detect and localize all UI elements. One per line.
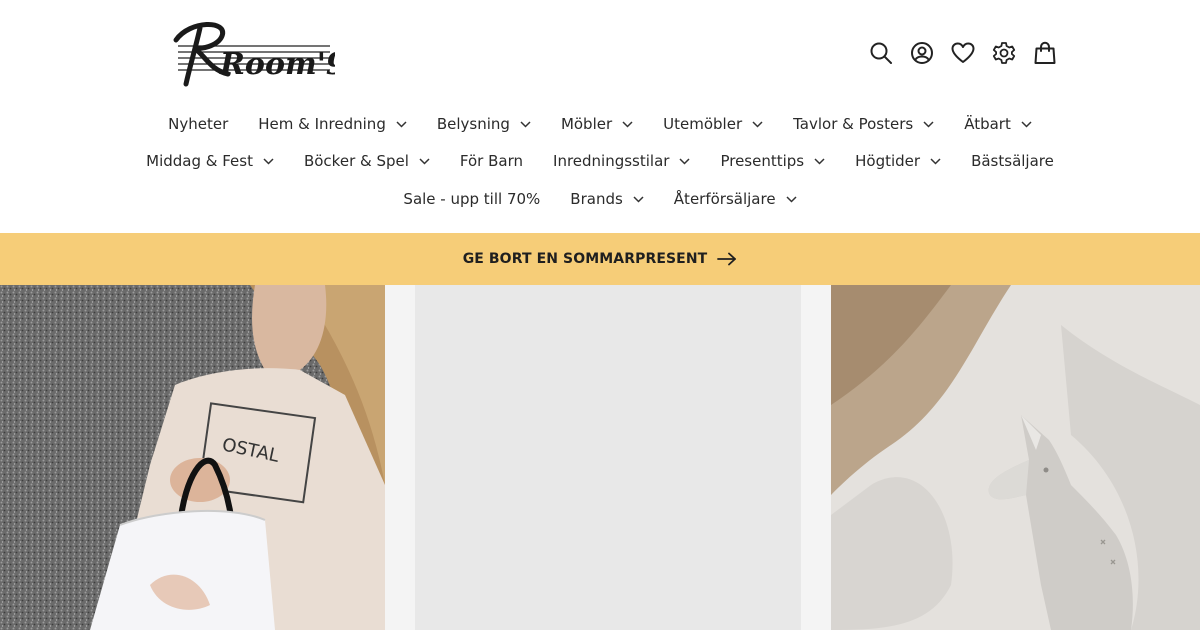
promo-banner-text: GE BORT EN SOMMARPRESENT bbox=[462, 251, 708, 267]
chevron-down-icon bbox=[396, 120, 407, 128]
nav-item-belysning[interactable]: Belysning bbox=[422, 112, 546, 136]
header-icons bbox=[860, 38, 1065, 68]
nav-item-utemobler[interactable]: Utemöbler bbox=[648, 112, 778, 136]
nav-item-label: Utemöbler bbox=[663, 115, 743, 133]
chevron-down-icon bbox=[679, 157, 690, 165]
chevron-down-icon bbox=[633, 195, 644, 203]
nav-item-label: Högtider bbox=[855, 152, 921, 170]
nav-item-for-barn[interactable]: För Barn bbox=[445, 149, 538, 173]
arrow-right-icon bbox=[717, 252, 737, 266]
main-nav-row-3: Sale - upp till 70% Brands Återförsäljar… bbox=[0, 187, 1200, 211]
chevron-down-icon bbox=[419, 157, 430, 165]
chevron-down-icon bbox=[622, 120, 633, 128]
nav-item-label: Middag & Fest bbox=[146, 152, 253, 170]
nav-item-brands[interactable]: Brands bbox=[555, 187, 659, 211]
chevron-down-icon bbox=[923, 120, 934, 128]
nav-item-bocker-spel[interactable]: Böcker & Spel bbox=[289, 149, 445, 173]
logo-text: Room'99 bbox=[219, 47, 335, 82]
nav-item-label: Sale - upp till 70% bbox=[403, 190, 541, 208]
gallery-image-unicorn[interactable] bbox=[831, 285, 1200, 630]
nav-item-inredningsstilar[interactable]: Inredningsstilar bbox=[538, 149, 705, 173]
site-header: Room'99 Nyheter Hem & Inredning Belysnin… bbox=[0, 0, 1200, 233]
nav-item-label: Böcker & Spel bbox=[303, 152, 409, 170]
nav-item-tavlor-posters[interactable]: Tavlor & Posters bbox=[778, 112, 949, 136]
chevron-down-icon bbox=[930, 157, 941, 165]
gallery-image-placeholder[interactable] bbox=[415, 285, 801, 630]
nav-item-middag-fest[interactable]: Middag & Fest bbox=[131, 149, 289, 173]
nav-item-hogtider[interactable]: Högtider bbox=[840, 149, 956, 173]
account-icon[interactable] bbox=[901, 38, 942, 68]
nav-item-label: För Barn bbox=[459, 152, 524, 170]
nav-item-label: Återförsäljare bbox=[673, 190, 776, 208]
nav-item-label: Hem & Inredning bbox=[258, 115, 386, 133]
nav-item-hem-inredning[interactable]: Hem & Inredning bbox=[243, 112, 422, 136]
nav-item-presenttips[interactable]: Presenttips bbox=[705, 149, 840, 173]
chevron-down-icon bbox=[263, 157, 274, 165]
nav-item-atbart[interactable]: Ätbart bbox=[949, 112, 1047, 136]
nav-item-label: Tavlor & Posters bbox=[793, 115, 914, 133]
nav-item-sale[interactable]: Sale - upp till 70% bbox=[388, 187, 555, 211]
main-nav-row-1: Nyheter Hem & Inredning Belysning Möbler… bbox=[0, 112, 1200, 136]
nav-item-label: Inredningsstilar bbox=[553, 152, 670, 170]
nav-item-label: Nyheter bbox=[168, 115, 229, 133]
nav-item-aterforsaljare[interactable]: Återförsäljare bbox=[659, 187, 812, 211]
main-nav-row-2: Middag & Fest Böcker & Spel För Barn Inr… bbox=[0, 149, 1200, 173]
chevron-down-icon bbox=[1021, 120, 1032, 128]
chevron-down-icon bbox=[752, 120, 763, 128]
chevron-down-icon bbox=[520, 120, 531, 128]
nav-item-nyheter[interactable]: Nyheter bbox=[153, 112, 243, 136]
wishlist-heart-icon[interactable] bbox=[942, 38, 983, 68]
gallery-image-bag[interactable]: OSTAL bbox=[0, 285, 385, 630]
cart-bag-icon[interactable] bbox=[1024, 38, 1065, 68]
settings-gear-icon[interactable] bbox=[983, 38, 1024, 68]
promo-banner[interactable]: GE BORT EN SOMMARPRESENT bbox=[0, 233, 1200, 285]
nav-item-label: Möbler bbox=[560, 115, 613, 133]
room99-logo[interactable]: Room'99 bbox=[170, 14, 335, 92]
nav-item-bastsaljare[interactable]: Bästsäljare bbox=[956, 149, 1069, 173]
image-gallery: OSTAL bbox=[0, 285, 1200, 630]
search-icon[interactable] bbox=[860, 38, 901, 68]
nav-item-mobler[interactable]: Möbler bbox=[546, 112, 648, 136]
chevron-down-icon bbox=[786, 195, 797, 203]
chevron-down-icon bbox=[814, 157, 825, 165]
nav-item-label: Brands bbox=[570, 190, 623, 208]
nav-item-label: Ätbart bbox=[964, 115, 1011, 133]
nav-item-label: Bästsäljare bbox=[971, 152, 1054, 170]
nav-item-label: Belysning bbox=[436, 115, 510, 133]
nav-item-label: Presenttips bbox=[720, 152, 805, 170]
